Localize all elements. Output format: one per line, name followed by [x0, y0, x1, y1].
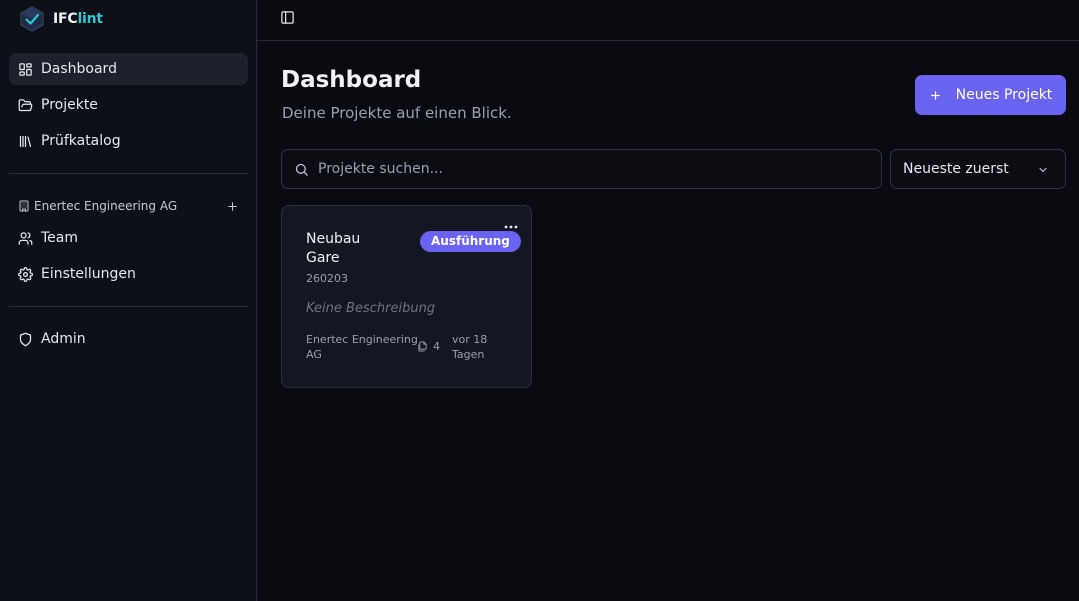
project-file-count: 4 [417, 340, 440, 353]
org-name: Enertec Engineering AG [34, 199, 178, 213]
sidebar-item-team[interactable]: Team [9, 222, 248, 254]
plus-icon [930, 90, 940, 100]
search-icon [295, 163, 308, 176]
chevron-down-icon [1039, 168, 1047, 172]
dashboard-icon [19, 62, 32, 76]
sidebar-item-label: Team [41, 230, 79, 246]
search-box [281, 149, 882, 189]
project-description: Keine Beschreibung [306, 301, 436, 316]
sidebar-item-label: Einstellungen [41, 266, 136, 282]
sidebar-item-einstellungen[interactable]: Einstellungen [9, 258, 248, 290]
sort-selected-value: Neueste zuerst [903, 161, 1009, 177]
add-org-item-button[interactable] [224, 198, 240, 214]
project-name: Neubau Gare [306, 231, 361, 266]
users-icon [18, 231, 33, 245]
project-card[interactable]: Neubau Gare Ausführung 260203 Keine Besc… [281, 205, 532, 388]
app-name: IFClint [53, 11, 103, 27]
sidebar-item-pruefkatalog[interactable]: Prüfkatalog [9, 125, 248, 157]
gear-icon [18, 266, 33, 282]
logo-icon [20, 6, 44, 32]
page-title: Dashboard [281, 67, 422, 93]
library-icon [19, 135, 32, 147]
project-updated: vor 18 Tagen [452, 333, 488, 361]
sidebar-item-label: Prüfkatalog [41, 133, 121, 149]
sidebar-item-projekte[interactable]: Projekte [9, 89, 248, 121]
sidebar-toggle-button[interactable] [279, 9, 295, 25]
panel-left-icon [280, 10, 294, 24]
file-count-value: 4 [433, 340, 440, 353]
status-badge: Ausführung [420, 231, 521, 252]
sort-select[interactable]: Neueste zuerst [890, 149, 1066, 189]
sidebar-divider [9, 306, 248, 307]
more-horizontal-icon [504, 225, 518, 229]
shield-icon [19, 332, 32, 346]
search-input[interactable] [318, 161, 858, 177]
page-subtitle: Deine Projekte auf einen Blick. [282, 104, 512, 122]
sidebar-item-admin[interactable]: Admin [9, 323, 248, 355]
folder-open-icon [18, 98, 33, 111]
new-project-button[interactable]: Neues Projekt [915, 75, 1066, 115]
building-icon [19, 200, 29, 212]
new-project-label: Neues Projekt [955, 87, 1053, 103]
sidebar-item-label: Projekte [41, 97, 98, 113]
sidebar-divider [9, 173, 248, 174]
plus-icon [227, 201, 237, 211]
sidebar-item-dashboard[interactable]: Dashboard [9, 53, 248, 85]
files-icon [418, 341, 427, 352]
sidebar-item-label: Admin [41, 331, 86, 347]
org-section-header: Enertec Engineering AG [18, 196, 240, 216]
app-logo[interactable]: IFClint [20, 5, 103, 33]
project-code: 260203 [306, 272, 348, 285]
sidebar-item-label: Dashboard [41, 61, 117, 77]
top-bar [257, 0, 1079, 41]
project-organization: Enertec Engineering AG [306, 333, 418, 361]
project-menu-button[interactable] [502, 220, 520, 234]
sidebar: IFClint Dashboard Projekte Prüfkatalog E… [0, 0, 257, 601]
